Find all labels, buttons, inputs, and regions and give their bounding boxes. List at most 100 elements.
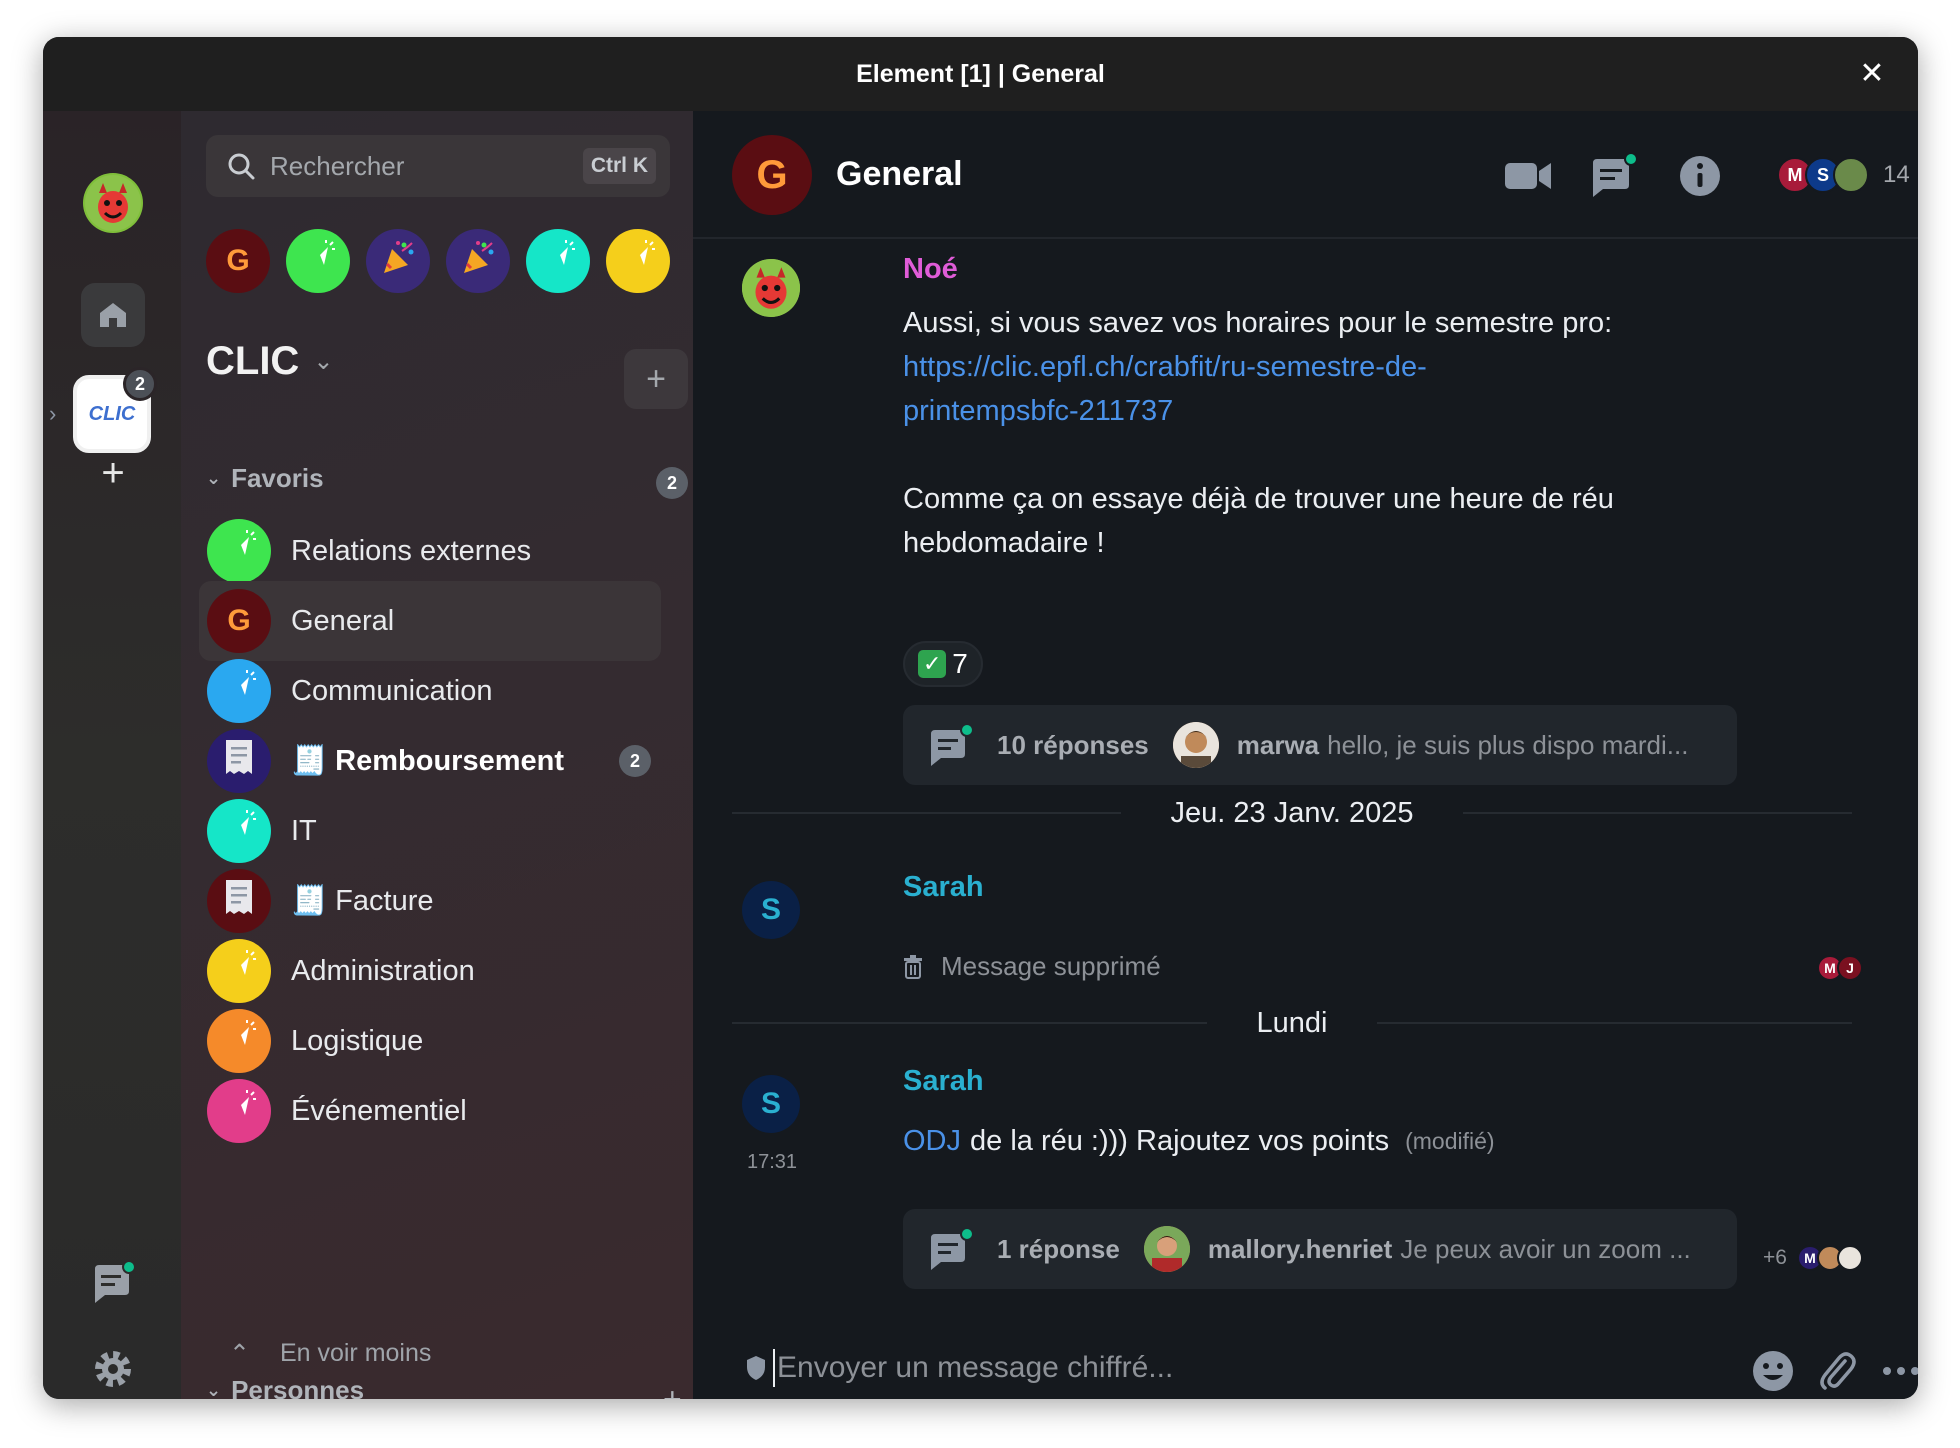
search-placeholder: Rechercher (270, 150, 405, 181)
cursor-icon (221, 669, 257, 713)
message-line: Aussi, si vous savez vos horaires pour l… (903, 307, 1613, 339)
room-name: IT (291, 814, 317, 847)
room-header: G General M S 14 (693, 111, 1918, 239)
room-item[interactable]: Logistique (199, 1001, 661, 1081)
receipt-avatar (1836, 1245, 1863, 1271)
gear-icon (95, 1351, 131, 1387)
search-input[interactable]: Rechercher Ctrl K (206, 135, 670, 197)
chevron-down-icon: ⌄ (206, 468, 222, 488)
space-unread-badge: 2 (123, 367, 157, 401)
divider (1463, 812, 1853, 814)
threads-panel-button[interactable] (1589, 152, 1639, 199)
threads-icon (95, 1260, 136, 1303)
info-icon (1680, 156, 1720, 196)
add-room-button[interactable]: + (624, 349, 688, 409)
room-name: Communication (291, 674, 493, 707)
divider (732, 812, 1121, 814)
room-item[interactable]: G General (199, 581, 661, 661)
room-item[interactable]: 🧾 Facture (199, 861, 661, 941)
message-link-part: https://clic.epfl.ch/crabfit/ru-semestre… (903, 351, 1427, 383)
room-info-button[interactable] (1677, 153, 1727, 199)
room-list: Rechercher Ctrl K G CLIC ⌄ + ⌄ Favoris 2… (181, 111, 693, 1399)
sender-name[interactable]: Noé (903, 253, 958, 286)
people-section-header[interactable]: ⌄ Personnes (206, 1375, 364, 1399)
cursor-icon (221, 1089, 257, 1133)
room-avatar (207, 1009, 271, 1073)
deleted-message-text: Message supprimé (941, 951, 1161, 981)
attach-button[interactable] (1815, 1349, 1859, 1393)
party-icon (458, 237, 498, 285)
add-space-button[interactable]: + (93, 451, 133, 496)
composer-placeholder: Envoyer un message chiffré... (777, 1351, 1174, 1384)
thread-user-avatar (1172, 722, 1219, 768)
member-list-button[interactable]: MS 14 (1777, 157, 1910, 193)
settings-button[interactable] (91, 1347, 137, 1393)
message-link[interactable]: ODJ (903, 1119, 961, 1163)
room-item[interactable]: 🧾 Remboursement 2 (199, 721, 661, 801)
sender-avatar[interactable]: S (742, 881, 800, 939)
message-link-part: printempsbfc-211737 (903, 395, 1174, 427)
shield-icon (747, 1356, 765, 1380)
edited-marker[interactable]: (modifié) (1405, 1119, 1494, 1163)
threads-icon (929, 723, 975, 766)
trash-icon (904, 954, 922, 979)
divider (732, 1022, 1207, 1024)
recent-room-avatar[interactable] (286, 229, 350, 293)
window-title: Element [1] | General (856, 59, 1105, 88)
room-item[interactable]: IT (199, 791, 661, 871)
see-less-button[interactable]: ⌃ En voir moins (229, 1339, 431, 1369)
add-person-button[interactable]: + (663, 1381, 682, 1399)
check-mark-icon: ✓ (918, 650, 947, 678)
room-avatar (207, 519, 271, 583)
recent-room-avatar[interactable]: G (206, 229, 270, 293)
room-title[interactable]: General (836, 155, 963, 194)
cursor-icon (620, 239, 656, 283)
favorites-label: Favoris (231, 463, 324, 493)
threads-button[interactable] (91, 1260, 137, 1307)
message-composer[interactable]: Envoyer un message chiffré... (693, 1341, 1918, 1399)
room-item[interactable]: Communication (199, 651, 661, 731)
sender-name[interactable]: Sarah (903, 1065, 984, 1098)
recent-room-avatar[interactable] (446, 229, 510, 293)
favorites-badge: 2 (656, 467, 688, 499)
title-bar: Element [1] | General ✕ (43, 37, 1918, 111)
reaction-pill[interactable]: ✓ 7 (903, 641, 983, 687)
thread-user-name: marwa (1236, 729, 1320, 760)
thread-summary[interactable]: 10 réponses marwa hello, je suis plus di… (903, 705, 1737, 785)
text-cursor (773, 1349, 775, 1387)
devil-avatar-icon (85, 175, 141, 231)
read-receipts[interactable]: MJ (1817, 955, 1863, 981)
recent-room-avatar[interactable] (526, 229, 590, 293)
space-name[interactable]: CLIC ⌄ (206, 339, 333, 384)
favorites-section-header[interactable]: ⌄ Favoris (206, 463, 324, 494)
video-call-button[interactable] (1503, 153, 1553, 199)
room-avatar (207, 869, 271, 933)
chevron-right-icon[interactable]: › (49, 401, 56, 427)
cursor-icon (540, 239, 576, 283)
sender-name[interactable]: Sarah (903, 871, 984, 904)
room-avatar (207, 799, 271, 863)
room-item[interactable]: Relations externes (199, 511, 661, 591)
room-item[interactable]: Administration (199, 931, 661, 1011)
sender-avatar[interactable]: S (742, 1075, 800, 1133)
sender-avatar[interactable] (742, 259, 800, 317)
date-separator: Jeu. 23 Janv. 2025 (732, 793, 1853, 833)
divider (1377, 1022, 1852, 1024)
recent-room-avatar[interactable] (366, 229, 430, 293)
user-avatar[interactable] (83, 173, 143, 233)
deleted-message: Message supprimé (903, 951, 1161, 982)
member-avatar (1833, 157, 1869, 193)
read-receipts[interactable]: +6 M (1763, 1245, 1863, 1271)
home-button[interactable] (81, 283, 145, 347)
receipt-icon (222, 738, 256, 784)
thread-summary[interactable]: 1 réponse mallory.henriet Je peux avoir … (903, 1209, 1737, 1289)
emoji-icon (1753, 1351, 1793, 1391)
message-link[interactable]: https://clic.epfl.ch/crabfit/ru-semestre… (903, 345, 1803, 433)
emoji-button[interactable] (1751, 1349, 1795, 1393)
recent-room-avatar[interactable] (606, 229, 670, 293)
thread-user-name: mallory.henriet (1207, 1233, 1393, 1264)
more-options-button[interactable] (1879, 1349, 1918, 1393)
room-avatar[interactable]: G (732, 135, 812, 215)
close-icon[interactable]: ✕ (1854, 55, 1890, 91)
room-item[interactable]: Événementiel (199, 1071, 661, 1151)
